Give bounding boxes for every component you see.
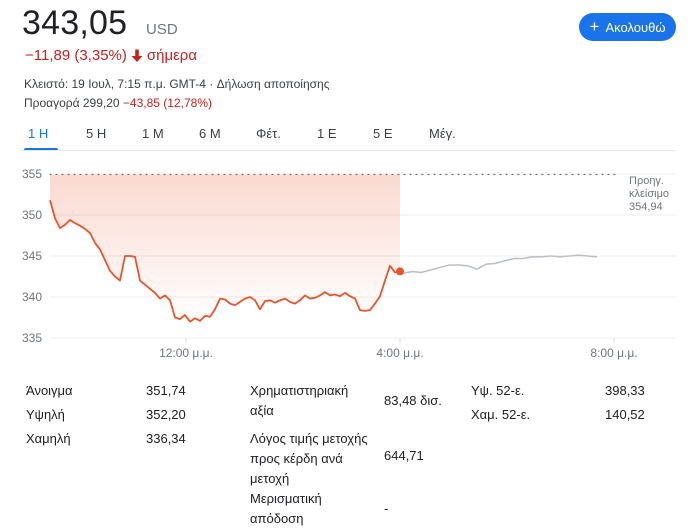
price-value: 343,05 bbox=[22, 4, 128, 42]
previous-close-label: Προηγ. bbox=[629, 175, 664, 187]
stat-label: απόδοση bbox=[250, 511, 304, 526]
stat-label: Υψ. 52-ε. bbox=[471, 383, 525, 398]
after-hours-line bbox=[402, 254, 598, 274]
premarket-change: −43,85 (12,78%) bbox=[122, 96, 212, 110]
y-tick-label: 335 bbox=[22, 331, 42, 345]
plus-icon: + bbox=[589, 17, 600, 36]
y-tick-label: 350 bbox=[22, 208, 42, 222]
disclaimer-link[interactable]: Δήλωση αποποίησης bbox=[217, 77, 330, 91]
stat-label: Υψηλή bbox=[26, 407, 65, 422]
y-tick-label: 345 bbox=[22, 249, 42, 263]
premarket-info: Προαγορά 299,20 −43,85 (12,78%) bbox=[24, 96, 212, 110]
tab-max[interactable]: Μέγ. bbox=[429, 126, 456, 141]
stat-label: προς κέρδη ανά bbox=[250, 451, 343, 466]
x-tick-label: 12:00 μ.μ. bbox=[159, 346, 213, 360]
tab-1-day[interactable]: 1 Η bbox=[28, 126, 48, 141]
price-change: −11,89 (3,35%) σήμερα bbox=[25, 47, 197, 64]
tabs-divider bbox=[20, 150, 676, 151]
previous-close-label: 354,94 bbox=[629, 201, 663, 213]
stat-label: Λόγος τιμής μετοχής bbox=[250, 431, 368, 446]
tab-1-year[interactable]: 1 Ε bbox=[317, 126, 337, 141]
stat-value: 336,34 bbox=[146, 431, 186, 446]
premarket-label: Προαγορά 299,20 bbox=[24, 96, 123, 110]
stat-label: Άνοιγμα bbox=[26, 383, 73, 398]
stat-label: Χαμηλή bbox=[26, 431, 71, 446]
stat-label: μετοχή bbox=[250, 471, 290, 486]
stat-label: αξία bbox=[250, 403, 274, 418]
tab-5-days[interactable]: 5 Η bbox=[86, 126, 106, 141]
follow-button-label: Ακολουθώ bbox=[605, 19, 666, 35]
last-price-point bbox=[396, 267, 404, 276]
stat-value: - bbox=[384, 501, 389, 516]
x-tick-label: 4:00 μ.μ. bbox=[376, 346, 423, 360]
stat-value: 352,20 bbox=[146, 407, 186, 422]
stat-value: 140,52 bbox=[605, 407, 645, 422]
stat-value: 398,33 bbox=[605, 383, 645, 398]
y-tick-label: 355 bbox=[22, 167, 42, 181]
stat-value: 351,74 bbox=[146, 383, 186, 398]
follow-button[interactable]: + Ακολουθώ bbox=[579, 13, 676, 41]
closed-info: Κλειστό: 19 Ιουλ, 7:15 π.μ. GMT-4 · bbox=[24, 77, 217, 91]
price-change-period: σήμερα bbox=[146, 47, 198, 64]
stat-value: 644,71 bbox=[384, 448, 424, 463]
stat-label: Χρηματιστηριακή bbox=[250, 383, 349, 398]
tab-ytd[interactable]: Φέτ. bbox=[256, 126, 281, 141]
tab-1-month[interactable]: 1 Μ bbox=[142, 126, 164, 141]
previous-close-label: κλείσιμο bbox=[629, 188, 669, 200]
y-tick-label: 340 bbox=[22, 290, 42, 304]
price-change-value: −11,89 (3,35%) bbox=[25, 47, 127, 64]
price-chart[interactable]: 355 350 345 340 335 Προηγ.κλείσιμο354,94 12:00… bbox=[0, 160, 699, 370]
stat-label: Χαμ. 52-ε. bbox=[471, 407, 531, 422]
tab-6-months[interactable]: 6 Μ bbox=[199, 126, 221, 141]
market-status: Κλειστό: 19 Ιουλ, 7:15 π.μ. GMT-4 · Δήλω… bbox=[24, 77, 329, 91]
x-tick-label: 8:00 μ.μ. bbox=[590, 346, 637, 360]
arrow-down-icon bbox=[131, 49, 143, 62]
currency-label: USD bbox=[146, 21, 178, 38]
stat-value: 83,48 δισ. bbox=[384, 393, 442, 408]
stat-label: Μερισματική bbox=[250, 491, 322, 506]
tab-5-years[interactable]: 5 Ε bbox=[373, 126, 393, 141]
